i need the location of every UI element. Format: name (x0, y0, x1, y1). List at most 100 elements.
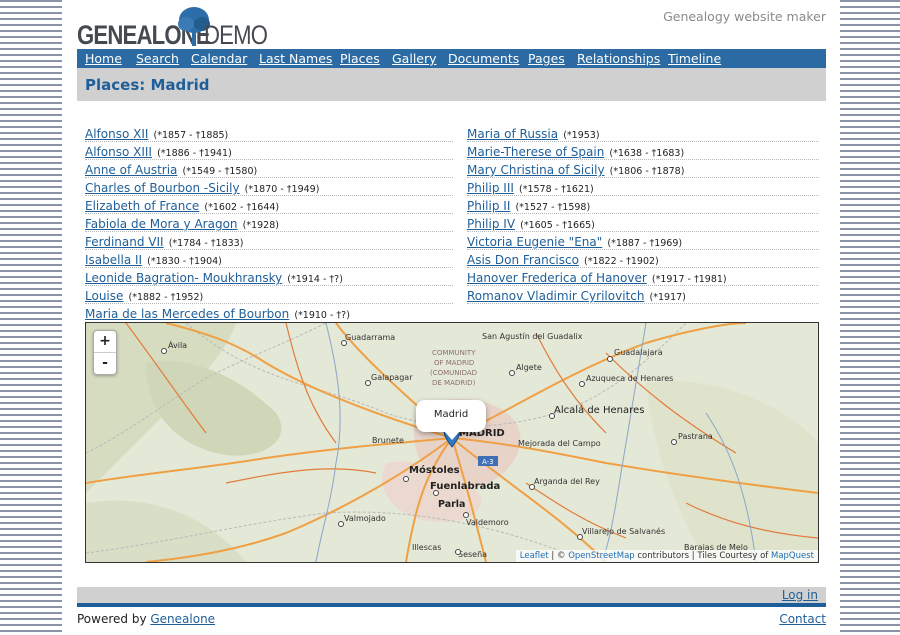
person-link[interactable]: Isabella II (85, 253, 142, 267)
map-label: Villarejo de Salvanés (582, 526, 665, 536)
map-label: Ávila (168, 339, 187, 350)
person-link[interactable]: Philip IV (467, 217, 515, 231)
nav-relationships[interactable]: Relationships (577, 51, 660, 66)
person-link[interactable]: Ferdinand VII (85, 235, 164, 249)
person-row: Louise (*1882 - †1952) (85, 286, 453, 304)
person-row: Philip II (*1527 - †1598) (467, 196, 819, 214)
person-row: Maria of Russia (*1953) (467, 124, 819, 142)
person-row: Mary Christina of Sicily (*1806 - †1878) (467, 160, 819, 178)
person-dates: (*1910 - †?) (294, 310, 350, 321)
map-attribution: Leaflet | © OpenStreetMap contributors |… (515, 550, 818, 562)
nav-gallery[interactable]: Gallery (392, 51, 437, 66)
people-column-left: Alfonso XII (*1857 - †1885) Alfonso XIII… (85, 124, 453, 321)
nav-documents[interactable]: Documents (448, 51, 519, 66)
zoom-in-button[interactable]: + (94, 331, 116, 352)
person-dates: (*1928) (242, 220, 279, 231)
mapquest-link[interactable]: MapQuest (771, 551, 814, 561)
map-label: Fuenlabrada (430, 481, 500, 492)
person-dates: (*1917) (649, 292, 686, 303)
person-row: Isabella II (*1830 - †1904) (85, 250, 453, 268)
page-title-bar: Places: Madrid (77, 68, 826, 101)
map-label: Valmojado (344, 514, 386, 523)
map-label: Seseña (458, 550, 487, 559)
site-logo[interactable]: GENEALONE DEMO (77, 6, 277, 50)
person-link[interactable]: Fabiola de Mora y Aragon (85, 217, 238, 231)
person-link[interactable]: Philip III (467, 181, 514, 195)
page-title: Places: Madrid (85, 76, 210, 94)
person-link[interactable]: Maria de las Mercedes of Bourbon (85, 307, 289, 321)
map-label: Móstoles (409, 464, 460, 476)
leaflet-link[interactable]: Leaflet (520, 551, 549, 561)
map-label: Alcalá de Henares (554, 404, 644, 416)
person-link[interactable]: Asis Don Francisco (467, 253, 579, 267)
map-label: Guadarrama (345, 333, 395, 342)
login-link[interactable]: Log in (782, 588, 818, 602)
person-link[interactable]: Marie-Therese of Spain (467, 145, 604, 159)
nav-last-names[interactable]: Last Names (259, 51, 332, 66)
person-dates: (*1605 - †1665) (520, 220, 595, 231)
person-row: Romanov Vladimir Cyrilovitch (*1917) (467, 286, 819, 304)
person-row: Philip III (*1578 - †1621) (467, 178, 819, 196)
person-dates: (*1857 - †1885) (153, 130, 229, 141)
person-link[interactable]: Maria of Russia (467, 127, 558, 141)
contact-link[interactable]: Contact (779, 612, 826, 626)
nav-timeline[interactable]: Timeline (668, 51, 721, 66)
person-dates: (*1886 - †1941) (157, 148, 232, 159)
logo-text-demo: DEMO (204, 20, 268, 50)
person-link[interactable]: Charles of Bourbon -Sicily (85, 181, 240, 195)
nav-pages[interactable]: Pages (528, 51, 565, 66)
person-dates: (*1870 - †1949) (244, 184, 320, 195)
powered-by: Powered by Genealone (77, 612, 215, 626)
person-link[interactable]: Romanov Vladimir Cyrilovitch (467, 289, 644, 303)
map-label: Pastrana (678, 432, 713, 441)
map-label: OF MADRID (434, 359, 474, 367)
map-label: Algete (516, 363, 542, 372)
map-label: DE MADRID) (432, 379, 476, 387)
map-label: Brunete (372, 436, 404, 445)
nav-search[interactable]: Search (136, 51, 179, 66)
person-link[interactable]: Alfonso XIII (85, 145, 152, 159)
zoom-out-button[interactable]: - (94, 352, 116, 374)
person-row: Hanover Frederica of Hanover (*1917 - †1… (467, 268, 819, 286)
map-label: Valdemoro (466, 518, 509, 527)
person-dates: (*1953) (563, 130, 600, 141)
person-link[interactable]: Leonide Bagration- Moukhransky (85, 271, 282, 285)
map-popup[interactable]: Madrid (416, 400, 486, 432)
people-column-right: Maria of Russia (*1953) Marie-Therese of… (467, 124, 819, 304)
person-dates: (*1914 - †?) (287, 274, 343, 285)
person-row: Alfonso XII (*1857 - †1885) (85, 124, 453, 142)
genealone-link[interactable]: Genealone (150, 612, 215, 626)
nav-places[interactable]: Places (340, 51, 380, 66)
person-row: Charles of Bourbon -Sicily (*1870 - †194… (85, 178, 453, 196)
zoom-control: + - (93, 330, 117, 375)
person-link[interactable]: Alfonso XII (85, 127, 148, 141)
person-row: Anne of Austria (*1549 - †1580) (85, 160, 453, 178)
person-link[interactable]: Anne of Austria (85, 163, 177, 177)
map-label: Arganda del Rey (534, 477, 600, 486)
person-row: Philip IV (*1605 - †1665) (467, 214, 819, 232)
map-label: Azuqueca de Henares (586, 374, 673, 383)
person-row: Marie-Therese of Spain (*1638 - †1683) (467, 142, 819, 160)
site-tagline: Genealogy website maker (663, 9, 826, 24)
person-link[interactable]: Mary Christina of Sicily (467, 163, 605, 177)
person-row: Alfonso XIII (*1886 - †1941) (85, 142, 453, 160)
person-row: Leonide Bagration- Moukhransky (*1914 - … (85, 268, 453, 286)
person-link[interactable]: Hanover Frederica of Hanover (467, 271, 647, 285)
map-label: Mejorada del Campo (518, 439, 601, 448)
person-link[interactable]: Philip II (467, 199, 510, 213)
person-dates: (*1578 - †1621) (519, 184, 594, 195)
person-link[interactable]: Elizabeth of France (85, 199, 199, 213)
openstreetmap-link[interactable]: OpenStreetMap (568, 551, 634, 561)
main-navigation: Home Search Calendar Last Names Places G… (77, 49, 826, 68)
map-label: Parla (438, 499, 465, 510)
person-link[interactable]: Victoria Eugenie "Ena" (467, 235, 602, 249)
map-label: Galapagar (371, 373, 413, 382)
footer-bar: Log in (77, 587, 826, 607)
nav-calendar[interactable]: Calendar (191, 51, 247, 66)
nav-home[interactable]: Home (85, 51, 122, 66)
place-map[interactable]: San Agustín del Guadalix Guadalajara Azu… (85, 322, 819, 563)
person-link[interactable]: Louise (85, 289, 123, 303)
attribution-text: contributors | Tiles Courtesy of (634, 551, 771, 561)
person-row: Fabiola de Mora y Aragon (*1928) (85, 214, 453, 232)
map-tiles[interactable]: San Agustín del Guadalix Guadalajara Azu… (86, 323, 818, 562)
